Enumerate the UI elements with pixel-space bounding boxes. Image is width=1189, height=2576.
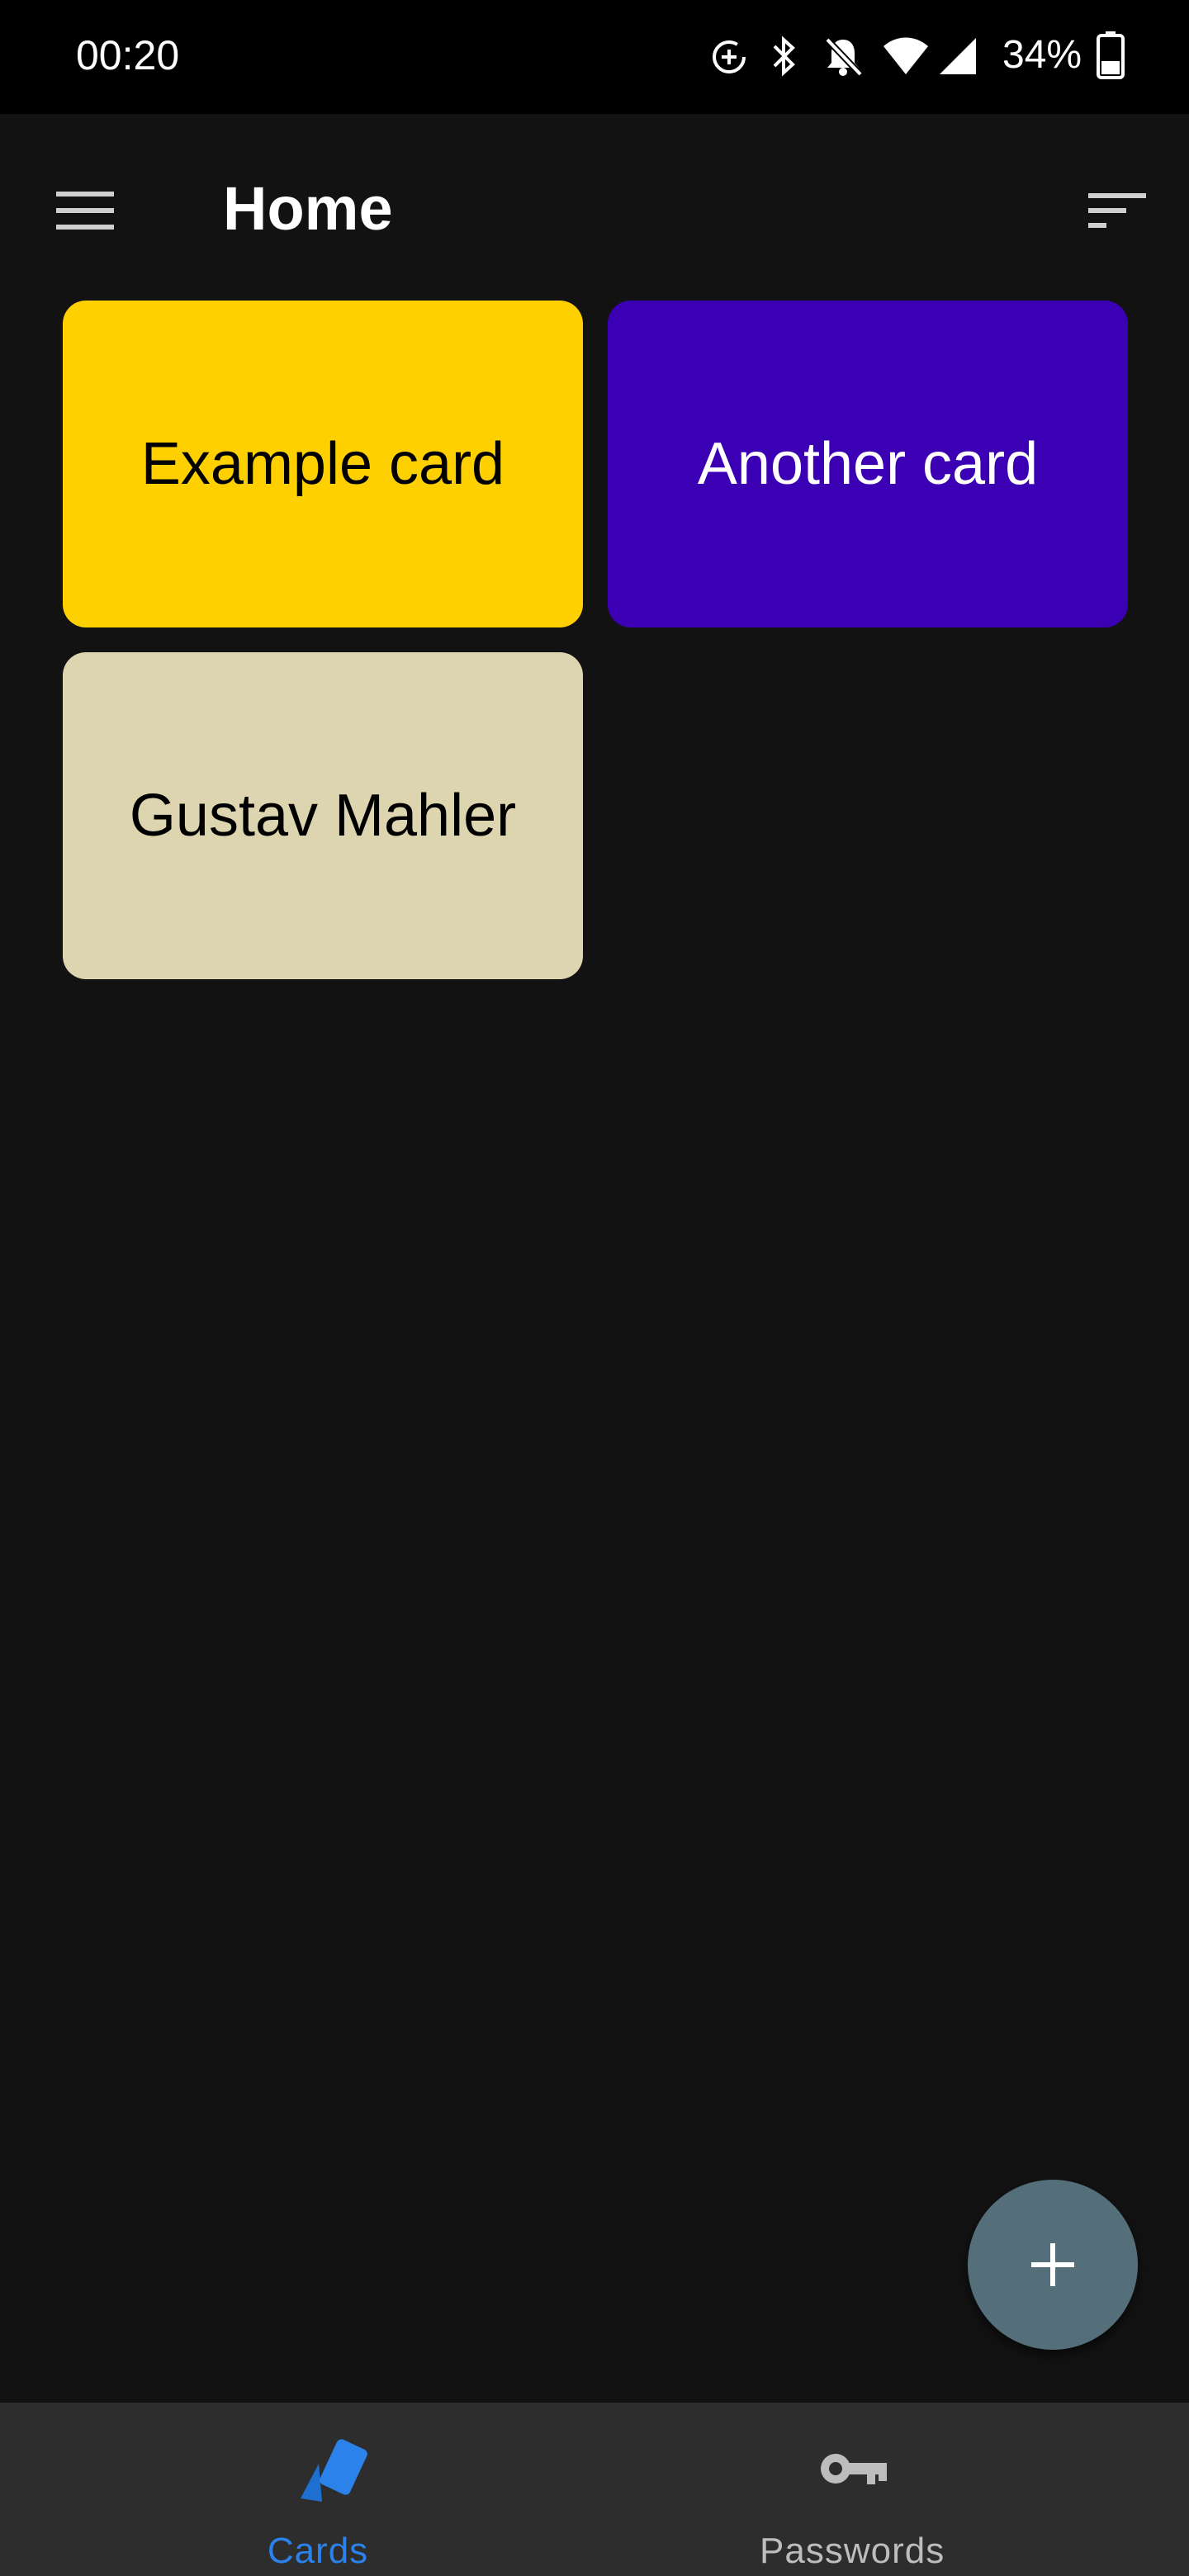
nav-label-passwords: Passwords [760, 2531, 945, 2571]
wifi-icon [883, 37, 928, 74]
sort-button[interactable] [1083, 177, 1149, 243]
card-label: Gustav Mahler [129, 783, 517, 849]
plus-icon [1031, 2243, 1074, 2286]
card-another-card[interactable]: Another card [608, 301, 1128, 627]
page-title: Home [223, 174, 393, 243]
cards-icon [301, 2439, 367, 2502]
bottom-navigation: Cards Passwords [0, 2403, 1189, 2576]
nav-item-cards[interactable]: Cards [0, 2403, 594, 2576]
status-bar: 00:20 34% [0, 0, 1189, 114]
status-time: 00:20 [76, 32, 180, 78]
card-example-card[interactable]: Example card [63, 301, 583, 627]
add-card-button[interactable] [968, 2180, 1138, 2350]
status-icons: 34% [661, 0, 1189, 114]
cell-signal-icon [940, 38, 976, 74]
menu-icon [56, 192, 114, 230]
nav-label-cards: Cards [267, 2531, 369, 2571]
card-label: Example card [140, 431, 505, 497]
key-icon [821, 2454, 887, 2484]
notifications-off-icon [825, 37, 863, 77]
menu-button[interactable] [53, 177, 119, 243]
nav-item-passwords[interactable]: Passwords [594, 2403, 1189, 2576]
data-saver-icon [713, 40, 746, 73]
card-gustav-mahler[interactable]: Gustav Mahler [63, 652, 583, 979]
app-bar: Home [0, 114, 1189, 291]
bluetooth-icon [773, 36, 795, 77]
battery-percent: 34% [1002, 33, 1082, 77]
sort-icon [1088, 193, 1146, 228]
battery-icon [1097, 31, 1125, 79]
card-label: Another card [697, 431, 1039, 497]
